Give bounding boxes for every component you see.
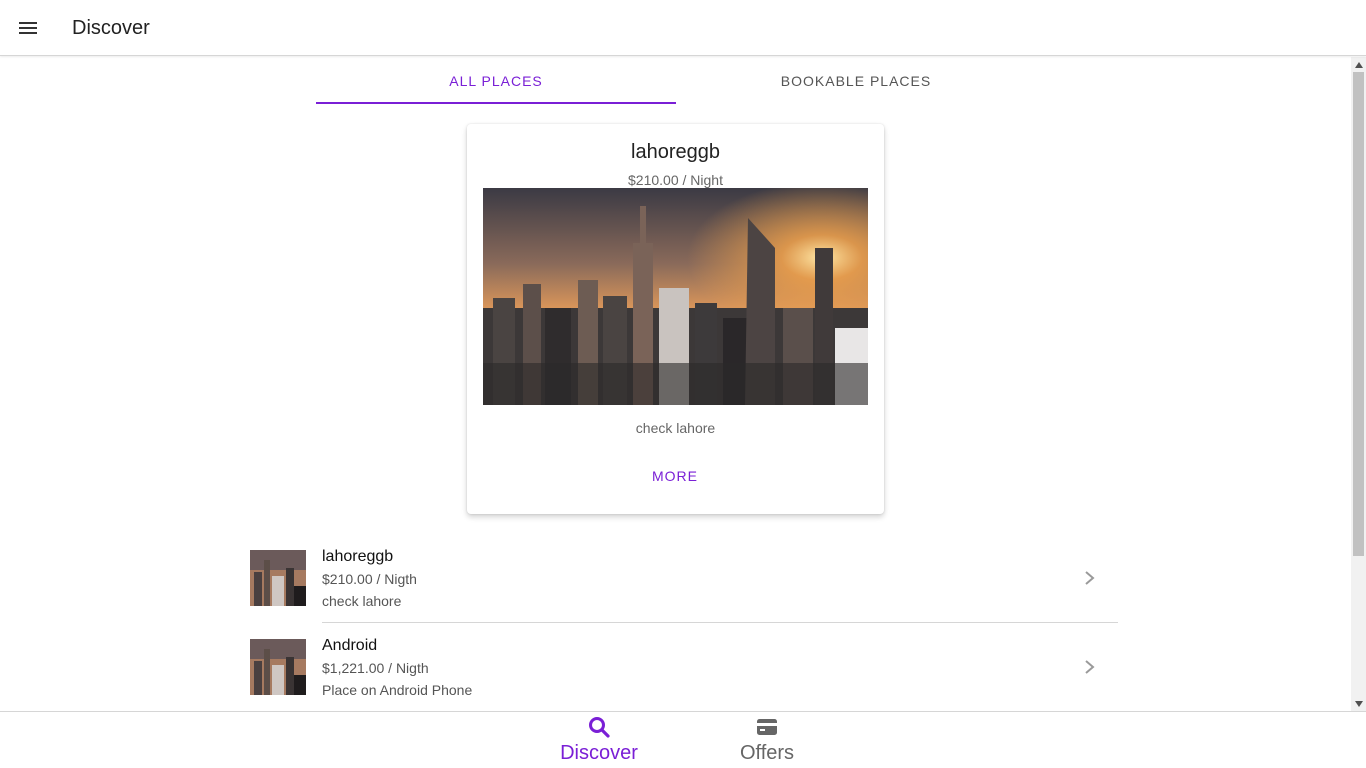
page-title: Discover [72, 17, 150, 39]
tab-offers[interactable]: Offers [683, 712, 851, 768]
menu-icon [19, 22, 37, 34]
chevron-right-icon [1085, 571, 1095, 585]
places-list: lahoreggb $210.00 / Nigth check lahore A… [250, 534, 1118, 711]
place-price: $210.00 / Nigth [322, 571, 417, 587]
place-title: lahoreggb [322, 548, 394, 565]
featured-price: $210.00 / Night [628, 172, 723, 188]
menu-button[interactable] [8, 8, 48, 48]
scroll-down-arrow-icon[interactable] [1351, 696, 1366, 711]
app-toolbar: Discover [0, 0, 1366, 56]
place-thumbnail [250, 639, 306, 695]
more-button[interactable]: MORE [635, 458, 715, 494]
tab-offers-label: Offers [739, 742, 795, 764]
card-icon [757, 719, 777, 735]
places-segment: ALL PLACES BOOKABLE PLACES [316, 57, 1036, 104]
tab-bookable-places[interactable]: BOOKABLE PLACES [676, 57, 1036, 104]
place-title: Android [322, 637, 378, 654]
featured-description: check lahore [635, 420, 716, 436]
main-content[interactable]: ALL PLACES BOOKABLE PLACES lahoreggb $21… [0, 57, 1351, 711]
featured-title: lahoreggb [631, 141, 720, 163]
list-item-body: Android $1,221.00 / Nigth Place on Andro… [322, 623, 1118, 711]
place-thumbnail [250, 550, 306, 606]
list-item-body: lahoreggb $210.00 / Nigth check lahore [322, 534, 1118, 623]
tab-discover-label: Discover [560, 742, 638, 764]
featured-city-image [483, 188, 868, 405]
chevron-right-icon [1085, 660, 1095, 674]
place-price: $1,221.00 / Nigth [322, 660, 429, 676]
tab-all-places[interactable]: ALL PLACES [316, 57, 676, 104]
bottom-tab-bar: Discover Offers [0, 711, 1366, 768]
tab-discover[interactable]: Discover [515, 712, 683, 768]
list-item[interactable]: lahoreggb $210.00 / Nigth check lahore [250, 534, 1118, 623]
search-icon [589, 717, 610, 738]
vertical-scrollbar[interactable] [1351, 57, 1366, 711]
scrollbar-thumb[interactable] [1353, 72, 1364, 556]
place-description: check lahore [322, 593, 402, 609]
scroll-up-arrow-icon[interactable] [1351, 57, 1366, 72]
list-item[interactable]: Android $1,221.00 / Nigth Place on Andro… [250, 623, 1118, 711]
place-description: Place on Android Phone [322, 682, 473, 698]
featured-place-card: lahoreggb $210.00 / Night check lahore M… [467, 124, 884, 514]
